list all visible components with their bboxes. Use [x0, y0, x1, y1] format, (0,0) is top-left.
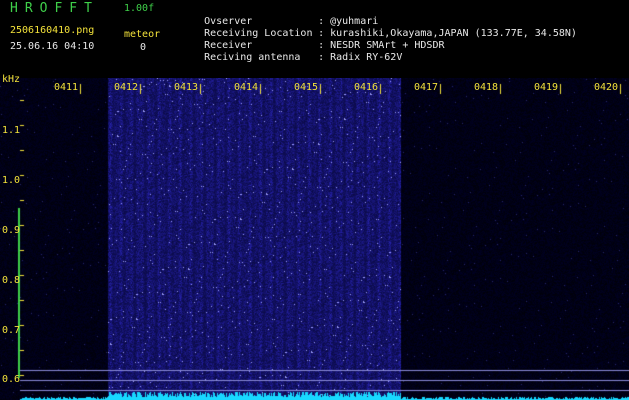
app-title: HROFFT	[10, 1, 99, 16]
y-tick-label: 0.8	[2, 275, 21, 286]
info-value: Radix RY-62V	[330, 52, 403, 63]
y-tick-label: 0.7	[2, 325, 21, 336]
x-tick-label: 0414	[234, 82, 259, 93]
app-version: 1.00f	[124, 3, 155, 14]
y-tick-label: 0.9	[2, 225, 21, 236]
x-tick-label: 0413	[174, 82, 199, 93]
x-tick-label: 0416	[354, 82, 379, 93]
file-name: 2506160410.png	[10, 25, 95, 36]
y-axis-unit: kHz	[2, 74, 21, 85]
meteor-label: meteor	[124, 29, 161, 40]
meteor-count: 0	[140, 42, 147, 53]
x-tick-label: 0419	[534, 82, 559, 93]
file-timestamp: 25.06.16 04:10	[10, 41, 95, 52]
hrofft-window: HROFFT 1.00f 2506160410.png 25.06.16 04:…	[0, 0, 629, 400]
x-tick-label: 0418	[474, 82, 499, 93]
y-tick-label: 1.1	[2, 125, 21, 136]
x-tick-label: 0420	[594, 82, 619, 93]
x-tick-label: 0412	[114, 82, 139, 93]
x-tick-label: 0411	[54, 82, 79, 93]
info-colon: :	[318, 52, 325, 63]
info-row-antenna: Reciving antenna: Radix RY-62V	[180, 40, 402, 76]
spectrogram	[0, 78, 629, 400]
y-tick-label: 1.0	[2, 175, 21, 186]
y-tick-label: 0.6	[2, 374, 21, 385]
info-key: Reciving antenna	[204, 52, 301, 63]
x-tick-label: 0415	[294, 82, 319, 93]
x-tick-label: 0417	[414, 82, 439, 93]
